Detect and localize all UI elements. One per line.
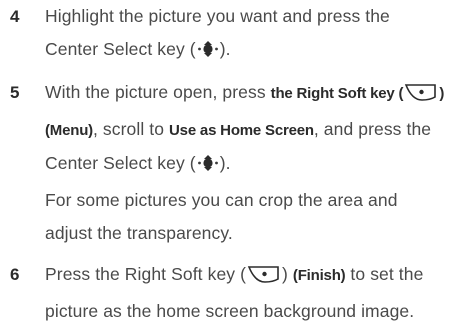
step-line: Center Select key (). (45, 33, 450, 70)
step-text: With the picture open, press the Right S… (45, 76, 450, 184)
step-text-bold: ) (439, 85, 445, 102)
right-soft-key-icon (247, 262, 281, 295)
note-text: For some pictures you can crop the area … (45, 184, 450, 250)
step-line: (Menu), scroll to Use as Home Screen, an… (45, 113, 450, 147)
step-text-part: Center Select key ( (45, 39, 196, 59)
step-text: Highlight the picture you want and press… (45, 0, 450, 70)
step-line: Press the Right Soft key () (Finish) to … (45, 258, 450, 295)
step-text-bold: (Finish) (292, 267, 346, 284)
note-line: For some pictures you can crop the area … (45, 190, 398, 210)
step-text-part: Press the Right Soft key ( (45, 264, 247, 284)
step-number: 6 (10, 265, 20, 284)
step-text-part: ). (219, 153, 231, 173)
step-number: 5 (10, 83, 20, 102)
step-text-bold: (Menu) (45, 122, 93, 139)
step-text-part: to set the (345, 264, 424, 284)
step-text-bold: Use as Home Screen (169, 122, 314, 139)
step-text-part: , and press the (313, 119, 432, 139)
step-text: Press the Right Soft key () (Finish) to … (45, 258, 450, 328)
right-soft-key-icon (404, 80, 438, 113)
center-select-key-icon (197, 151, 219, 184)
step-line: picture as the home screen background im… (45, 301, 415, 321)
step-text-part: ). (219, 39, 231, 59)
step-text-part: Center Select key ( (45, 153, 196, 173)
step-text-part: , scroll to (92, 119, 170, 139)
step-line: Highlight the picture you want and press… (45, 6, 390, 26)
step-text-bold: the Right Soft key ( (270, 85, 404, 102)
step-number: 4 (10, 7, 20, 26)
center-select-key-icon (197, 37, 219, 70)
step-text-part: ) (282, 264, 293, 284)
note-line: adjust the transparency. (45, 223, 233, 243)
step-text-part: With the picture open, press (45, 82, 271, 102)
step-line: Center Select key (). (45, 147, 450, 184)
step-line: With the picture open, press the Right S… (45, 76, 450, 113)
